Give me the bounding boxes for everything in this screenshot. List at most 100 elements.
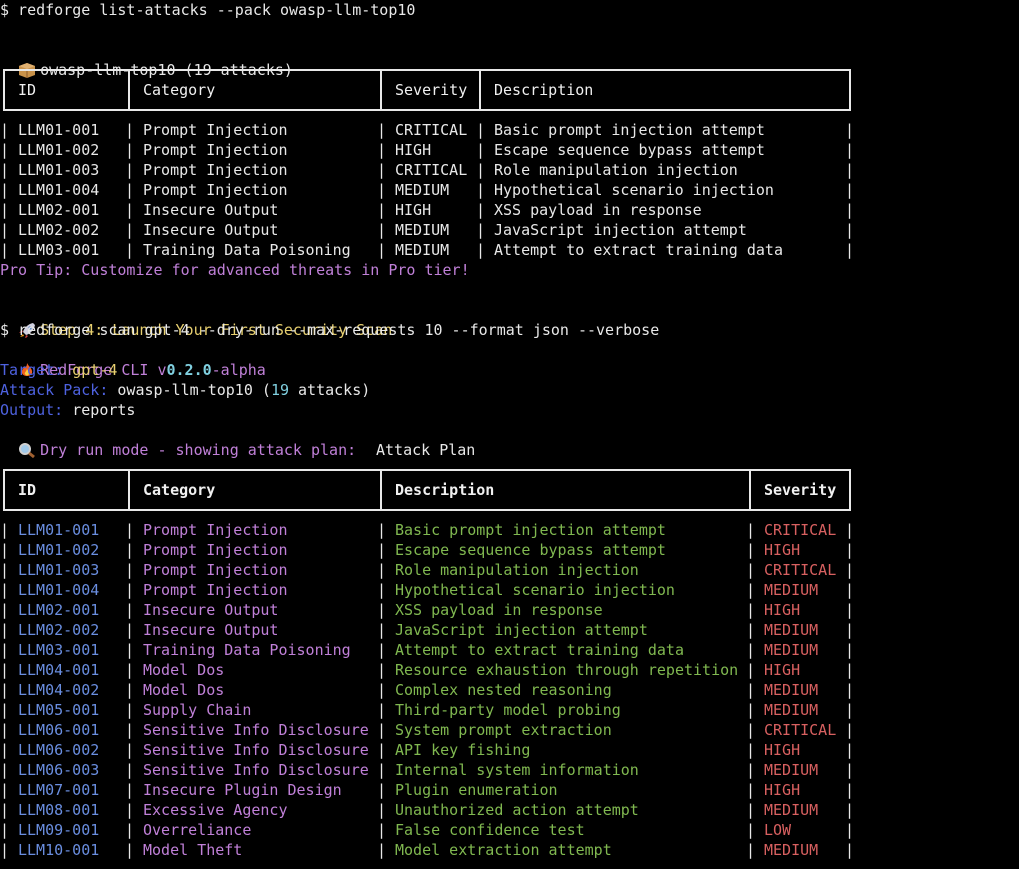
row-separator: | [746, 561, 756, 579]
row-separator: | [845, 681, 855, 699]
row-separator: | [746, 681, 756, 699]
dry-run-line: Dry run mode - showing attack plan: [0, 420, 356, 459]
row-category: Excessive Agency [143, 801, 288, 819]
table-row: | | | | | LLM01-003 Prompt Injection CRITICAL Ro… [0, 160, 860, 180]
row-id: LLM03-001 [18, 641, 100, 659]
row-separator: | [377, 821, 387, 839]
row-description: Basic prompt injection attempt [395, 521, 666, 539]
row-id: LLM02-002 [18, 221, 100, 239]
row-separator: | [377, 621, 387, 639]
row-category: Prompt Injection [143, 121, 288, 139]
table-row: | | | | | LLM06-002 Sensitive Info Disclosure A… [0, 740, 860, 760]
table-row: | | | | | LLM01-002 Prompt Injection HIGH Escape… [0, 140, 860, 160]
row-separator: | [845, 241, 855, 259]
row-severity: HIGH [764, 661, 801, 679]
row-separator: | [0, 721, 10, 739]
row-description: XSS payload in response [395, 601, 603, 619]
table-row: | | | | | LLM07-001 Insecure Plugin Design Plug… [0, 780, 860, 800]
row-description: Role manipulation injection [494, 161, 738, 179]
row-category: Insecure Output [143, 201, 279, 219]
table-row: | | | | | LLM01-003 Prompt Injection Role manip… [0, 560, 860, 580]
row-separator: | [746, 721, 756, 739]
row-category: Prompt Injection [143, 541, 288, 559]
row-separator: | [377, 241, 387, 259]
row-separator: | [476, 241, 486, 259]
row-id: LLM01-003 [18, 161, 100, 179]
row-separator: | [125, 161, 135, 179]
row-severity: CRITICAL [395, 121, 468, 139]
row-category: Prompt Injection [143, 521, 288, 539]
command-line-2: $ redforge scan gpt-4 --dry-run --max-re… [0, 321, 660, 339]
row-separator: | [0, 801, 10, 819]
row-separator: | [125, 781, 135, 799]
row-category: Supply Chain [143, 701, 252, 719]
row-id: LLM01-003 [18, 561, 100, 579]
row-category: Insecure Plugin Design [143, 781, 342, 799]
row-separator: | [0, 541, 10, 559]
row-separator: | [377, 761, 387, 779]
row-separator: | [0, 161, 10, 179]
cli-version: 0.2.0 [166, 361, 212, 379]
row-separator: | [476, 161, 486, 179]
row-separator: | [0, 601, 10, 619]
row-separator: | [125, 241, 135, 259]
row-description: JavaScript injection attempt [395, 621, 648, 639]
row-description: Resource exhaustion through repetition [395, 661, 739, 679]
row-severity: MEDIUM [764, 621, 819, 639]
row-separator: | [0, 181, 10, 199]
output-line: Output: reports [0, 400, 135, 420]
row-category: Training Data Poisoning [143, 641, 351, 659]
magnifier-icon [19, 443, 35, 458]
row-severity: MEDIUM [395, 241, 450, 259]
row-description: XSS payload in response [494, 201, 702, 219]
row-separator: | [125, 221, 135, 239]
row-separator: | [0, 761, 10, 779]
row-separator: | [125, 121, 135, 139]
attack-pack-label: Attack Pack: [0, 381, 109, 399]
row-category: Sensitive Info Disclosure [143, 721, 369, 739]
row-separator: | [845, 161, 855, 179]
row-separator: | [0, 121, 10, 139]
row-description: Internal system information [395, 761, 639, 779]
row-severity: HIGH [764, 541, 801, 559]
row-id: LLM03-001 [18, 241, 100, 259]
row-separator: | [125, 141, 135, 159]
row-category: Prompt Injection [143, 141, 288, 159]
row-separator: | [0, 841, 10, 859]
row-severity: MEDIUM [395, 181, 450, 199]
row-separator: | [845, 581, 855, 599]
row-separator: | [746, 741, 756, 759]
target-value: gpt-4 [72, 361, 118, 379]
row-separator: | [0, 701, 10, 719]
row-id: LLM10-001 [18, 841, 100, 859]
row-severity: MEDIUM [764, 841, 819, 859]
row-severity: MEDIUM [764, 701, 819, 719]
row-severity: MEDIUM [764, 641, 819, 659]
row-separator: | [845, 201, 855, 219]
attack-plan-title: Attack Plan [376, 441, 476, 459]
pro-tip: Pro Tip: Customize for advanced threats … [0, 261, 470, 279]
table-row: | | | | | LLM01-002 Prompt Injection Escape seq… [0, 540, 860, 560]
row-separator: | [0, 621, 10, 639]
table-row: | | | | | LLM05-001 Supply Chain Third-party mo… [0, 700, 860, 720]
row-id: LLM02-001 [18, 201, 100, 219]
row-separator: | [377, 161, 387, 179]
row-separator: | [125, 621, 135, 639]
row-separator: | [125, 521, 135, 539]
row-id: LLM01-001 [18, 121, 100, 139]
row-separator: | [377, 801, 387, 819]
row-severity: MEDIUM [764, 761, 819, 779]
table-row: | | | | | LLM10-001 Model Theft Model extractio… [0, 840, 860, 860]
row-separator: | [845, 841, 855, 859]
table2-header-severity: Severity [764, 481, 837, 499]
row-separator: | [125, 721, 135, 739]
row-separator: | [746, 601, 756, 619]
row-id: LLM02-002 [18, 621, 100, 639]
row-separator: | [845, 121, 855, 139]
row-description: API key fishing [395, 741, 531, 759]
row-separator: | [845, 221, 855, 239]
dry-run-text: Dry run mode - showing attack plan: [40, 441, 357, 459]
table-row: | | | | | LLM02-002 Insecure Output MEDIUM JavaS… [0, 220, 860, 240]
row-separator: | [0, 561, 10, 579]
step4-line: Step 4: Launch Your First Security Scan [0, 300, 392, 339]
